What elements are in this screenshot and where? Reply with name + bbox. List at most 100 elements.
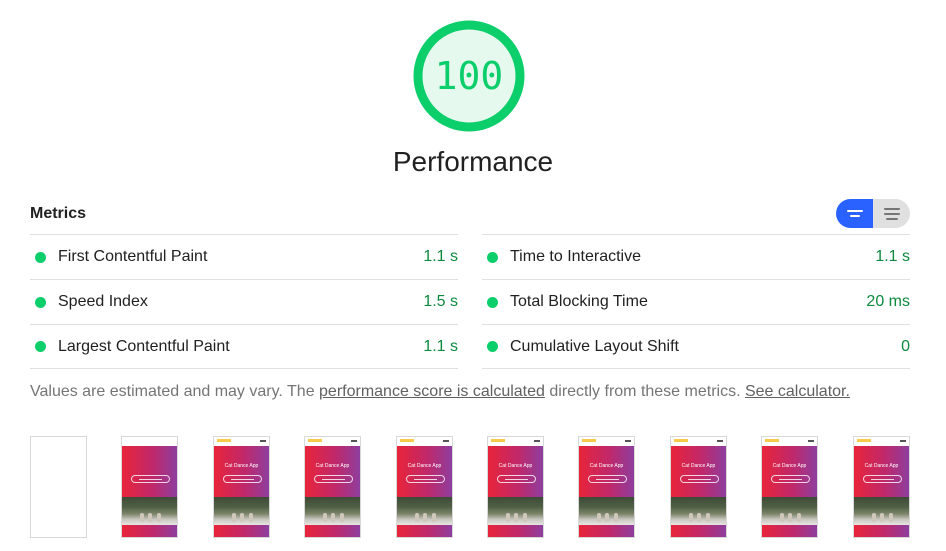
- metric-row: Largest Contentful Paint 1.1 s: [30, 324, 458, 369]
- cat-figure: [148, 513, 152, 522]
- cat-figure: [432, 513, 436, 522]
- category-title: Performance: [392, 146, 554, 177]
- frame-app-title: Cat Dance App: [772, 463, 807, 469]
- frame-logo: [857, 439, 871, 442]
- cat-figure: [689, 513, 693, 522]
- metrics-view-toggle[interactable]: [836, 199, 910, 228]
- metric-name: Largest Contentful Paint: [58, 337, 230, 355]
- frame-app-button: [497, 475, 536, 483]
- filmstrip-frame: Cat Dance App: [761, 436, 818, 538]
- cat-figure: [323, 513, 327, 522]
- hamburger-icon: [260, 440, 266, 442]
- frame-cat-photo: [122, 497, 177, 525]
- metric-value: 0: [901, 337, 910, 355]
- metrics-header: Metrics: [30, 199, 910, 234]
- filmstrip-frame: Cat Dance App: [396, 436, 453, 538]
- pass-indicator-icon: [35, 251, 46, 263]
- filmstrip-frame: [121, 436, 178, 538]
- frame-app-button: [131, 475, 170, 483]
- description-view-icon[interactable]: [873, 199, 910, 228]
- frame-app-button: [771, 475, 810, 483]
- cat-figure: [605, 513, 609, 522]
- frame-header: [214, 437, 269, 446]
- cat-figure: [597, 513, 601, 522]
- pass-indicator-icon: [487, 341, 498, 352]
- frame-app-button: [314, 475, 353, 483]
- filmstrip-frame: [30, 436, 87, 538]
- frame-app-title: Cat Dance App: [864, 463, 899, 469]
- frame-cat-photo: [397, 497, 452, 525]
- note-prefix: Values are estimated and may vary. The: [30, 383, 320, 400]
- cat-figure: [340, 513, 344, 522]
- frame-app-title: Cat Dance App: [315, 463, 350, 469]
- metrics-column-right: Time to Interactive 1.1 s Total Blocking…: [482, 234, 910, 369]
- filmstrip-frame: Cat Dance App: [213, 436, 270, 538]
- filmstrip-frame: Cat Dance App: [670, 436, 727, 538]
- filmstrip-frame: Cat Dance App: [487, 436, 544, 538]
- cat-figure: [157, 513, 161, 522]
- cat-figure: [249, 513, 253, 522]
- hamburger-icon: [900, 440, 906, 442]
- frame-logo: [491, 439, 505, 442]
- cat-figure: [514, 513, 518, 522]
- metric-value: 1.1 s: [875, 248, 910, 265]
- pass-indicator-icon: [487, 296, 498, 308]
- metric-name: First Contentful Paint: [58, 248, 208, 265]
- metrics-column-left: First Contentful Paint 1.1 s Speed Index…: [30, 234, 458, 369]
- cat-figure: [523, 513, 527, 522]
- pass-indicator-icon: [35, 296, 46, 308]
- metric-value: 1.1 s: [423, 248, 458, 265]
- summary-view-icon[interactable]: [836, 199, 873, 228]
- frame-header: [671, 437, 726, 446]
- frame-cat-photo: [579, 497, 634, 525]
- cat-figure: [140, 513, 144, 522]
- score-value: 100: [434, 54, 504, 98]
- frame-app-button: [406, 475, 445, 483]
- frame-logo: [308, 439, 322, 442]
- frame-logo: [674, 439, 688, 442]
- metric-row: Speed Index 1.5 s: [30, 279, 458, 324]
- frame-header: [854, 437, 909, 446]
- cat-figure: [614, 513, 618, 522]
- metric-value: 20 ms: [866, 293, 910, 310]
- metrics-title: Metrics: [30, 205, 87, 222]
- cat-figure: [788, 513, 792, 522]
- frame-cat-photo: [854, 497, 909, 525]
- hamburger-icon: [351, 440, 357, 442]
- metric-value: 1.5 s: [423, 293, 458, 310]
- filmstrip-frame: Cat Dance App: [304, 436, 361, 538]
- frame-app-title: Cat Dance App: [589, 463, 624, 469]
- cat-figure: [232, 513, 236, 522]
- cat-figure: [697, 513, 701, 522]
- frame-app-button: [863, 475, 902, 483]
- hamburger-icon: [808, 440, 814, 442]
- metric-name: Total Blocking Time: [510, 293, 648, 310]
- frame-header: [762, 437, 817, 446]
- frame-app-button: [680, 475, 719, 483]
- cat-figure: [331, 513, 335, 522]
- cat-figure: [872, 513, 876, 522]
- metric-row: First Contentful Paint 1.1 s: [30, 234, 458, 279]
- frame-app-title: Cat Dance App: [224, 463, 259, 469]
- frame-logo: [217, 439, 231, 442]
- metric-row: Total Blocking Time 20 ms: [482, 279, 910, 324]
- hamburger-icon: [534, 440, 540, 442]
- score-calculated-link[interactable]: performance score is calculated: [319, 383, 545, 400]
- hamburger-icon: [625, 440, 631, 442]
- cat-figure: [415, 513, 419, 522]
- frame-cat-photo: [488, 497, 543, 525]
- hamburger-icon: [717, 440, 723, 442]
- cat-figure: [780, 513, 784, 522]
- metric-value: 1.1 s: [423, 337, 458, 355]
- cat-figure: [506, 513, 510, 522]
- see-calculator-link[interactable]: See calculator.: [745, 383, 850, 400]
- pass-indicator-icon: [487, 251, 498, 263]
- metric-name: Speed Index: [58, 293, 148, 310]
- metrics-note: Values are estimated and may vary. The p…: [30, 383, 850, 401]
- frame-header: [397, 437, 452, 446]
- cat-figure: [240, 513, 244, 522]
- metric-name: Time to Interactive: [510, 248, 642, 265]
- frame-cat-photo: [305, 497, 360, 525]
- performance-score-gauge: 100: [413, 20, 525, 132]
- frame-cat-photo: [214, 497, 269, 525]
